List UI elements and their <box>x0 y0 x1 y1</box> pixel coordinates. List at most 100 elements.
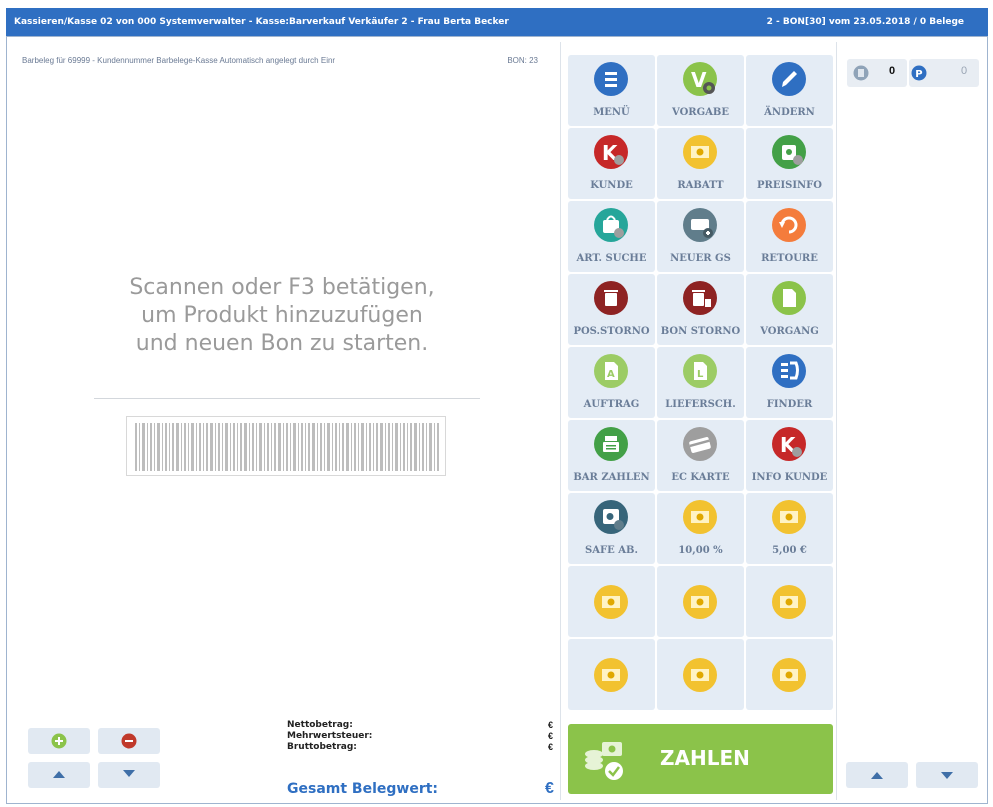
add-quantity-button[interactable] <box>28 728 90 754</box>
grand-total-label: Gesamt Belegwert: <box>287 781 439 797</box>
tile-label: NEUER GS <box>670 253 731 264</box>
tile-label: ÄNDERN <box>764 107 815 118</box>
safe-icon <box>594 500 628 534</box>
vorgabe-button[interactable]: V VORGABE <box>657 55 744 126</box>
settings-v-icon: V <box>683 62 717 96</box>
parking-icon: P <box>911 65 927 81</box>
receipt-stack-icon <box>853 65 869 81</box>
position-cancel-button[interactable]: POS.STORNO <box>568 274 655 345</box>
customer-info-button[interactable]: K INFO KUNDE <box>746 420 833 491</box>
price-info-button[interactable]: PREISINFO <box>746 128 833 199</box>
scroll-down-button[interactable] <box>98 762 160 788</box>
tile-label: VORGANG <box>760 326 819 337</box>
bon-number: BON: 23 <box>507 56 538 65</box>
tile-label: SAFE AB. <box>585 545 638 556</box>
trash-receipt-icon <box>683 281 717 315</box>
money-icon <box>772 500 806 534</box>
minus-icon <box>121 733 137 749</box>
cash-payment-button[interactable]: BAR ZAHLEN <box>568 420 655 491</box>
open-receipts-count: 0 <box>889 65 896 77</box>
return-icon <box>772 208 806 242</box>
totals-panel: Nettobetrag: € Mehrwertsteuer: € Bruttob… <box>287 720 557 800</box>
scan-prompt: Scannen oder F3 betätigen, um Produkt hi… <box>72 274 492 358</box>
trash-icon <box>594 281 628 315</box>
safe-withdrawal-button[interactable]: SAFE AB. <box>568 493 655 564</box>
tile-label: 5,00 € <box>772 545 807 556</box>
order-document-icon: A <box>594 354 628 388</box>
tile-label: AUFTRAG <box>583 399 640 410</box>
money-icon <box>594 585 628 619</box>
quick-discount-button[interactable] <box>746 639 833 710</box>
ec-card-button[interactable]: EC KARTE <box>657 420 744 491</box>
tile-label: VORGABE <box>672 107 729 118</box>
receipt-status: 2 - BON[30] vom 23.05.2018 / 0 Belege <box>766 17 964 27</box>
receipt-area: Barbeleg für 69999 - Kundennummer Barbel… <box>12 42 560 800</box>
parked-receipts-count: 0 <box>961 65 968 77</box>
tile-label: EC KARTE <box>671 472 730 483</box>
voucher-icon <box>683 208 717 242</box>
page-down-button[interactable] <box>916 762 978 788</box>
barcode-image <box>126 416 446 476</box>
arrow-up-icon <box>53 771 65 778</box>
scroll-up-button[interactable] <box>28 762 90 788</box>
discount-10-percent-button[interactable]: 10,00 % <box>657 493 744 564</box>
function-grid: MENÜ V VORGABE ÄNDERN K KUNDE RABATT PRE… <box>568 55 834 715</box>
return-button[interactable]: RETOURE <box>746 201 833 272</box>
tile-label: 10,00 % <box>678 545 723 556</box>
arrow-up-icon <box>871 772 883 779</box>
discount-button[interactable]: RABATT <box>657 128 744 199</box>
finder-icon <box>772 354 806 388</box>
money-icon <box>683 585 717 619</box>
tile-label: LIEFERSCH. <box>665 399 736 410</box>
tile-label: KUNDE <box>590 180 633 191</box>
scan-prompt-line: Scannen oder F3 betätigen, <box>129 275 435 300</box>
separator <box>836 42 837 800</box>
customer-button[interactable]: K KUNDE <box>568 128 655 199</box>
tax-value: € <box>548 731 554 741</box>
window-title: Kassieren/Kasse 02 von 000 Systemverwalt… <box>14 17 509 27</box>
barcode-icon <box>135 423 439 471</box>
tile-label: FINDER <box>766 399 813 410</box>
svg-text:L: L <box>697 369 704 380</box>
gross-label: Bruttobetrag: <box>287 742 357 752</box>
quick-discount-button[interactable] <box>657 566 744 637</box>
quick-discount-button[interactable] <box>568 639 655 710</box>
customer-info-icon: K <box>772 427 806 461</box>
page-up-button[interactable] <box>846 762 908 788</box>
edit-button[interactable]: ÄNDERN <box>746 55 833 126</box>
article-search-button[interactable]: ART. SUCHE <box>568 201 655 272</box>
customer-k-icon: K <box>594 135 628 169</box>
scan-prompt-line: und neuen Bon zu starten. <box>135 331 429 356</box>
pay-button[interactable]: ZAHLEN <box>568 724 833 794</box>
tile-label: RETOURE <box>761 253 818 264</box>
coins-payment-icon <box>585 742 623 780</box>
delivery-note-button[interactable]: L LIEFERSCH. <box>657 347 744 418</box>
net-label: Nettobetrag: <box>287 720 353 730</box>
discount-5-euro-button[interactable]: 5,00 € <box>746 493 833 564</box>
money-icon <box>683 500 717 534</box>
tile-label: BON STORNO <box>660 326 741 337</box>
transaction-button[interactable]: VORGANG <box>746 274 833 345</box>
window-title-bar: Kassieren/Kasse 02 von 000 Systemverwalt… <box>6 8 988 36</box>
plus-icon <box>51 733 67 749</box>
money-icon <box>772 658 806 692</box>
finder-button[interactable]: FINDER <box>746 347 833 418</box>
remove-quantity-button[interactable] <box>98 728 160 754</box>
money-icon <box>683 658 717 692</box>
pay-label: ZAHLEN <box>660 746 750 770</box>
quick-discount-button[interactable] <box>568 566 655 637</box>
quick-discount-button[interactable] <box>657 639 744 710</box>
money-icon <box>594 658 628 692</box>
gross-value: € <box>548 742 554 752</box>
open-receipts-counter[interactable]: 0 <box>847 59 907 87</box>
new-voucher-button[interactable]: NEUER GS <box>657 201 744 272</box>
quick-discount-button[interactable] <box>746 566 833 637</box>
money-icon <box>772 585 806 619</box>
card-icon <box>683 427 717 461</box>
tile-label: PREISINFO <box>757 180 822 191</box>
tax-label: Mehrwertsteuer: <box>287 731 373 741</box>
receipt-cancel-button[interactable]: BON STORNO <box>657 274 744 345</box>
parked-receipts-counter[interactable]: P 0 <box>909 59 979 87</box>
order-button[interactable]: A AUFTRAG <box>568 347 655 418</box>
menu-button[interactable]: MENÜ <box>568 55 655 126</box>
